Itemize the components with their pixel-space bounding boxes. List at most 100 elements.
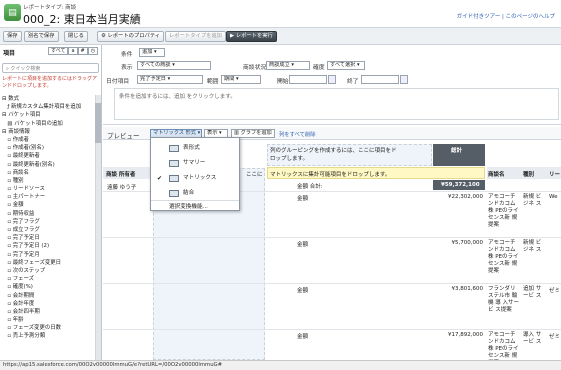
save-as-button[interactable]: 別名で保存 [24,31,59,42]
field-item[interactable]: ▫ フェーズ [2,275,95,283]
close-button[interactable]: 閉じる [64,31,88,42]
range-select[interactable]: 期間 ▾ [221,75,261,84]
probability-select[interactable]: すべて選択 ▾ [327,61,365,70]
browser-status-bar: https://ap15.salesforce.com/00O2v00000lm… [0,360,561,370]
end-calendar-icon[interactable] [400,75,408,84]
column-grouping-hint: 列のグルーピングを作成するには、ここに項目をドロップします。 [270,148,397,162]
quick-search-placeholder: クイック検索 [10,66,41,72]
menu-item-tabular[interactable]: 表形式 [151,142,239,155]
report-properties-button[interactable]: ⚙ レポートのプロパティ [97,31,165,42]
fields-scroll-thumb[interactable] [95,103,101,143]
help-links[interactable]: ガイド付きツアー | このページのヘルプ [457,12,555,20]
menu-item-matrix[interactable]: ✔ マトリックス [151,172,239,185]
end-date-input[interactable] [361,75,399,84]
field-item[interactable]: ▫ リードソース [2,185,95,193]
tab-number[interactable]: # [77,47,88,55]
field-item[interactable]: ▫ 作成者 [2,136,95,144]
row-divider [103,329,561,330]
status-label: 商談状況 [243,65,267,71]
field-item[interactable]: ▫ 最終フェーズ変更日 [2,259,95,267]
gear-icon: ⚙ [101,33,106,39]
conditions-box: 条件を追加するには、追加 をクリックします。 [114,88,559,120]
row-amount-label: 金額 [297,242,309,248]
tab-date[interactable]: ◷ [87,47,99,55]
field-item[interactable]: ▫ 年齢 [2,316,95,324]
format-icon [169,175,179,182]
field-item[interactable]: ▫ 商談名 [2,169,95,177]
add-report-type-button[interactable]: レポートタイプを追加 [165,31,226,42]
col-header-name: 商談名 [488,172,505,178]
row-amount-value: ¥17,892,000 [448,332,483,338]
field-item[interactable]: ▫ 売上予測分類 [2,332,95,340]
owner-value: 遠藤 ゆう子 [107,185,137,191]
play-icon: ▶ [230,33,235,39]
check-icon: ✔ [157,175,163,182]
field-item[interactable]: ▫ 完了予定日 [2,234,95,242]
start-label: 開始 [277,79,289,85]
field-item[interactable]: ▫ 金額 [2,201,95,209]
row-type: 新規 ビジネ ス [523,240,542,253]
row-lead-source: ゼミ [549,288,561,294]
menu-item-label: 選択変換機能... [169,204,208,210]
date-field-label: 日付項目 [106,79,130,85]
field-item[interactable]: ▫ 完了フラグ [2,218,95,226]
field-item[interactable]: ▫ 完了予定日 (2) [2,242,95,250]
status-select-value: 商談成立 [269,62,290,68]
row-lead-source: ゼミ [549,334,561,340]
report-format-menu: 表形式サマリー ✔ マトリックス結合選択変換機能... [150,137,240,211]
field-item[interactable]: ▫ 作成者(別名) [2,144,95,152]
row-opportunity-name: アモコーチ ンドカコム 株 PEのライ センス新 規提案 [488,332,519,359]
condition-label: 条件 [121,52,133,58]
preview-label: プレビュー [107,132,140,140]
menu-item-summary[interactable]: サマリー [151,157,239,170]
display-select[interactable]: すべての商談 ▾ [137,61,211,70]
quick-search-input[interactable]: ⌕ クイック検索 [2,63,99,73]
field-item[interactable]: ▫ 確度(%) [2,283,95,291]
format-icon [169,145,179,152]
run-report-button[interactable]: ▶ レポートを実行 [226,31,277,42]
col-header-type: 種別 [523,172,535,178]
fields-filter-tabs: すべて a # ◷ [48,47,99,55]
remove-all-columns-link[interactable]: 列をすべて削除 [279,130,316,138]
save-button[interactable]: 保存 [3,31,22,42]
field-item[interactable]: ▫ 会計期間 [2,292,95,300]
add-condition-dropdown[interactable]: 追加 ▾ [139,48,165,57]
field-item[interactable]: ▫ 最終更新者 [2,152,95,160]
fields-tree: ⊟ 数式 ƒ 新規カスタム集計項目を追加 ⊟ バケット項目 ▤ バケット項目の追加… [2,95,95,341]
field-item[interactable]: ▫ フェーズ変更の日数 [2,324,95,332]
row-type: 新規 ビジネ ス [523,194,542,207]
field-item[interactable]: ƒ 新規カスタム集計項目を追加 [2,103,95,111]
field-item[interactable]: ▫ 種別 [2,177,95,185]
add-condition-value: 追加 [142,49,153,55]
field-item[interactable]: ▫ 次のステップ [2,267,95,275]
field-item[interactable]: ▫ 会計四半期 [2,308,95,316]
row-amount-label: 金額 [297,288,309,294]
start-calendar-icon[interactable] [328,75,336,84]
row-amount-label: 金額 [297,196,309,202]
field-item[interactable]: ▫ 主パートナー [2,193,95,201]
field-item[interactable]: ▫ 最終更新者(別名) [2,161,95,169]
menu-item-label: マトリックス [183,175,217,181]
tab-text[interactable]: a [68,47,78,55]
menu-item-joined[interactable]: 結合 [151,187,239,200]
field-item[interactable]: ▫ 完了予定月 [2,251,95,259]
field-item[interactable]: ▫ 会計年度 [2,300,95,308]
field-item[interactable]: ▫ 成立フラグ [2,226,95,234]
status-select[interactable]: 商談成立 ▾ [266,61,310,70]
page-title: 000_2: 東日本当月実績 [23,13,141,26]
tab-all[interactable]: すべて [48,47,69,55]
report-properties-label: レポートのプロパティ [107,33,161,39]
start-date-input[interactable] [289,75,327,84]
row-amount-label: 金額 [297,334,309,340]
col-header-lead: リー [549,172,561,178]
date-field-select[interactable]: 完了予定日 ▾ [137,75,203,84]
row-drop-hint: ここに [246,172,263,178]
menu-item-conversion[interactable]: 選択変換機能... [151,200,239,213]
field-item[interactable]: ⊟ バケット項目 [2,111,95,119]
display-label: 表示 [121,65,133,71]
field-item[interactable]: ▫ 期待収益 [2,210,95,218]
field-item[interactable]: ⊟ 商談情報 [2,128,95,136]
field-item[interactable]: ⊟ 数式 [2,95,95,103]
format-icon [169,190,179,197]
field-item[interactable]: ▤ バケット項目の追加 [2,120,95,128]
